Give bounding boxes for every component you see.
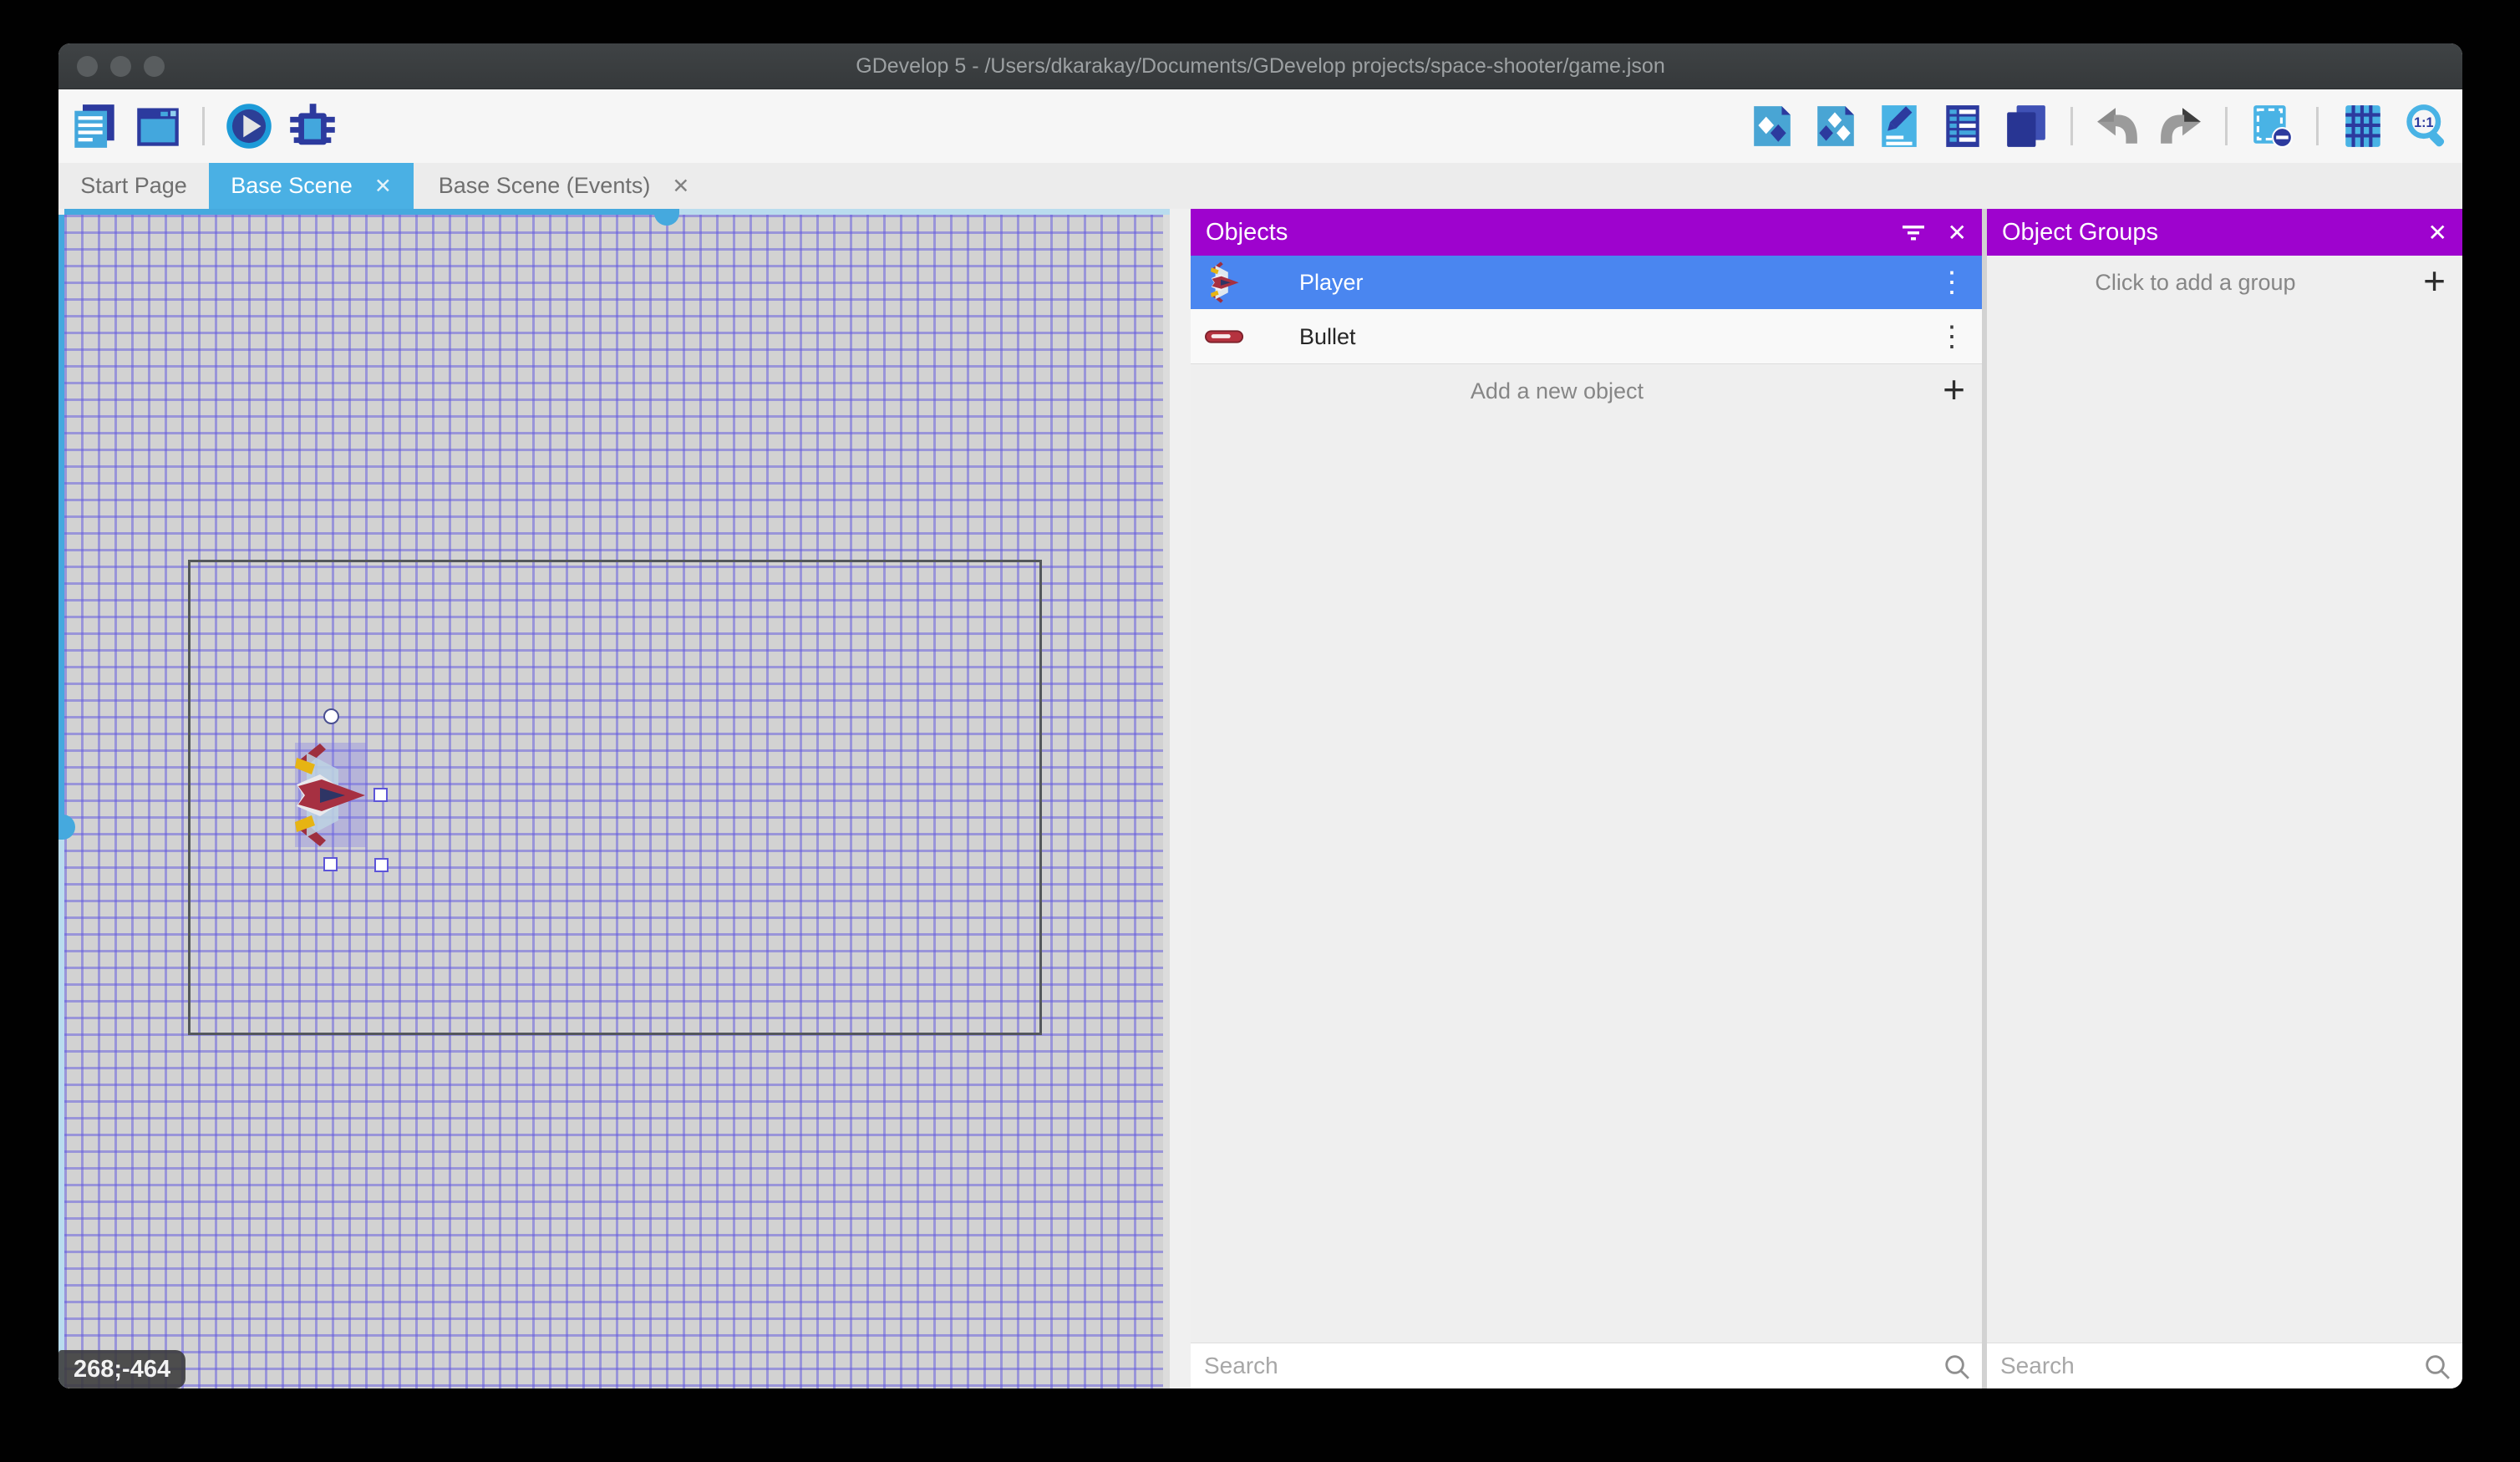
zoom-window-button[interactable] <box>144 56 165 77</box>
bullet-thumbnail-icon <box>1205 309 1245 363</box>
app-window: GDevelop 5 - /Users/dkarakay/Documents/G… <box>58 43 2462 1388</box>
tab-start-page[interactable]: Start Page <box>58 163 209 209</box>
close-panel-icon[interactable]: ✕ <box>2428 219 2447 246</box>
undo-icon[interactable] <box>2093 102 2141 150</box>
objects-panel: Objects ✕ <box>1191 209 1982 1388</box>
scene-editor-icon[interactable] <box>134 102 182 150</box>
instances-list-icon[interactable] <box>1938 102 1987 150</box>
window-mask-icon[interactable] <box>2248 102 2296 150</box>
resize-handle-right[interactable] <box>373 788 388 802</box>
project-manager-icon[interactable] <box>70 102 119 150</box>
layers-icon[interactable] <box>2002 102 2050 150</box>
object-row-player[interactable]: Player ⋮ <box>1191 256 1982 309</box>
search-icon[interactable] <box>2422 1352 2452 1386</box>
titlebar: GDevelop 5 - /Users/dkarakay/Documents/G… <box>58 43 2462 89</box>
vertical-scrollbar[interactable] <box>58 215 64 1388</box>
tab-base-scene-events[interactable]: Base Scene (Events) ✕ <box>414 163 714 209</box>
selected-instance-player[interactable] <box>295 743 366 847</box>
close-panel-icon[interactable]: ✕ <box>1948 219 1967 246</box>
toolbar: 1:1 <box>58 89 2462 163</box>
object-groups-panel: Object Groups ✕ Click to add a group + <box>1987 209 2462 1388</box>
add-object-row[interactable]: Add a new object + <box>1191 364 1982 418</box>
redo-icon[interactable] <box>2157 102 2205 150</box>
tab-label: Base Scene (Events) <box>439 173 651 199</box>
close-window-button[interactable] <box>77 56 98 77</box>
add-group-label: Click to add a group <box>1987 256 2404 309</box>
object-name: Bullet <box>1299 309 1356 364</box>
add-group-row[interactable]: Click to add a group + <box>1987 256 2462 309</box>
objects-search-input[interactable] <box>1191 1343 1982 1388</box>
close-tab-icon[interactable]: ✕ <box>672 174 689 199</box>
object-name: Player <box>1299 256 1364 309</box>
player-ship-sprite <box>295 743 366 847</box>
player-thumbnail-icon <box>1205 256 1245 309</box>
groups-search-input[interactable] <box>1987 1343 2462 1388</box>
toolbar-divider <box>202 107 205 145</box>
tab-label: Start Page <box>80 173 187 199</box>
zoom-1-1-icon[interactable]: 1:1 <box>2402 102 2451 150</box>
rotate-handle[interactable] <box>323 708 339 724</box>
tab-label: Base Scene <box>231 173 353 199</box>
horizontal-scrollbar[interactable] <box>64 209 1170 215</box>
window-title: GDevelop 5 - /Users/dkarakay/Documents/G… <box>58 43 2462 89</box>
resize-handle-corner[interactable] <box>374 858 389 872</box>
objects-editor-icon[interactable] <box>1748 102 1796 150</box>
object-menu-icon[interactable]: ⋮ <box>1935 256 1969 309</box>
objects-panel-title: Objects <box>1206 219 1879 246</box>
tab-bar: Start Page Base Scene ✕ Base Scene (Even… <box>58 163 2462 209</box>
traffic-lights <box>77 56 165 77</box>
groups-search-row <box>1987 1343 2462 1388</box>
groups-panel-header: Object Groups ✕ <box>1987 209 2462 256</box>
object-menu-icon[interactable]: ⋮ <box>1935 309 1969 363</box>
tab-base-scene[interactable]: Base Scene ✕ <box>209 163 414 209</box>
objects-search-row <box>1191 1343 1982 1388</box>
minimize-window-button[interactable] <box>110 56 131 77</box>
groups-panel-title: Object Groups <box>2002 219 2406 246</box>
close-tab-icon[interactable]: ✕ <box>374 174 392 199</box>
resize-handle-bottom[interactable] <box>323 857 338 871</box>
grid-icon[interactable] <box>2339 102 2387 150</box>
svg-text:1:1: 1:1 <box>2414 115 2433 130</box>
add-object-label: Add a new object <box>1191 364 1923 418</box>
plus-icon[interactable]: + <box>1943 364 1965 414</box>
plus-icon[interactable]: + <box>2423 256 2446 306</box>
objects-panel-header: Objects ✕ <box>1191 209 1982 256</box>
object-groups-icon[interactable] <box>1811 102 1860 150</box>
toolbar-divider <box>2070 107 2073 145</box>
debug-icon[interactable] <box>288 102 337 150</box>
cursor-coordinates-badge: 268;-464 <box>58 1350 185 1388</box>
scene-canvas[interactable]: 268;-464 <box>58 209 1191 1388</box>
toolbar-divider <box>2225 107 2228 145</box>
object-row-bullet[interactable]: Bullet ⋮ <box>1191 309 1982 364</box>
toolbar-divider <box>2316 107 2319 145</box>
play-icon[interactable] <box>225 102 273 150</box>
search-icon[interactable] <box>1942 1352 1972 1386</box>
properties-icon[interactable] <box>1875 102 1923 150</box>
filter-icon[interactable] <box>1901 222 1926 242</box>
